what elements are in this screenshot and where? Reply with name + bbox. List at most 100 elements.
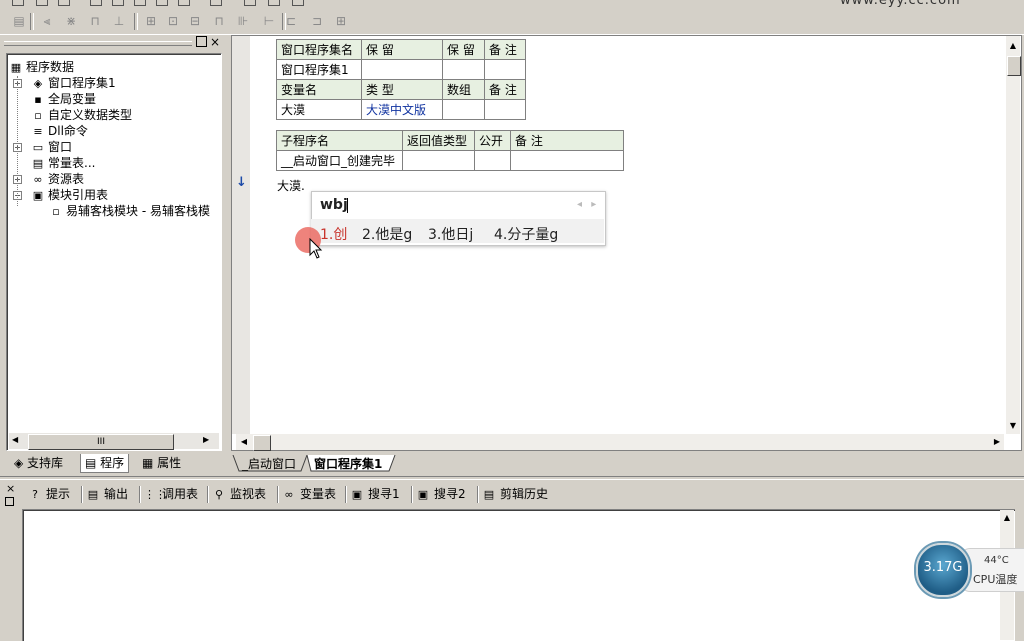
tree-item[interactable]: ▫ 自定义数据类型 [31,107,132,123]
tree-scroll-thumb[interactable]: III [28,434,174,450]
bottom-tab[interactable]: ⚲ 监视表 [212,485,266,503]
copy-icon[interactable] [12,0,24,6]
bottom-tab[interactable]: ▣ 搜寻2 [416,485,466,503]
ime-candidate[interactable]: 3.他日j [428,224,473,244]
same-height-icon[interactable]: ⊓ [210,13,228,29]
table-cell[interactable]: 备 注 [484,39,526,60]
bottom-tab[interactable]: ⋮⋮调用表 [144,485,198,503]
tree-item[interactable]: ▪ 全局变量 [31,91,96,107]
redo-icon[interactable] [90,0,102,6]
table-cell[interactable]: 数组 [442,79,485,100]
table-cell[interactable] [510,150,624,171]
table-cell[interactable]: 备 注 [484,79,526,100]
tree-item[interactable]: ≡ Dll命令 [31,123,88,139]
undo-icon[interactable] [58,0,70,6]
tree-item-label: 程序数据 [26,60,75,74]
output-area[interactable] [22,509,1015,641]
table-cell[interactable]: 返回值类型 [402,130,475,151]
table-cell[interactable]: 窗口程序集1 [276,59,362,80]
table-cell[interactable]: 保 留 [442,39,485,60]
output-scroll-up-arrow[interactable]: ▲ [1000,513,1014,527]
tree-item[interactable]: ▣ 模块引用表 [31,187,108,203]
tree-item[interactable]: ▦ 程序数据 [9,59,74,75]
bottom-tab[interactable]: ∞ 变量表 [282,485,336,503]
build-icon[interactable] [292,0,304,6]
tab-startup-window[interactable]: _启动窗口 [236,456,302,472]
bottom-tab-label: 监视表 [230,487,267,501]
scroll-right-arrow[interactable]: ▶ [203,435,209,444]
table-cell[interactable]: 大漠 [276,99,362,120]
bottom-tab[interactable]: ▤ 输出 [86,485,128,503]
editor-scroll-right-arrow[interactable]: ▶ [990,435,1004,449]
table-cell[interactable] [361,59,443,80]
find-icon[interactable] [156,0,168,6]
run-icon[interactable] [244,0,256,6]
center-h-icon[interactable]: ⊞ [142,13,160,29]
table-cell[interactable]: 保 留 [361,39,443,60]
editor-vertical-scrollbar[interactable] [1006,36,1020,434]
table-cell[interactable]: 备 注 [510,130,624,151]
align-center-icon[interactable]: ⋇ [62,13,80,29]
panel-maximize-button[interactable] [196,36,207,47]
table-cell[interactable]: 大漠中文版 [361,99,443,120]
tree-item[interactable]: ∞ 资源表 [31,171,84,187]
left-tab-program[interactable]: ▤ 程序 [80,454,130,473]
table-cell[interactable]: 公开 [474,130,511,151]
bottom-tab[interactable]: ? 提示 [28,485,70,503]
center-v-icon[interactable]: ⊡ [164,13,182,29]
left-tab-property[interactable]: ▦ 属性 [138,454,186,472]
editor-horizontal-scrollbar[interactable] [236,434,1004,450]
stop-icon[interactable] [268,0,280,6]
tree-item[interactable]: ▫ 易辅客栈模块 - 易辅客栈模 [49,203,210,219]
size-h-icon[interactable]: ⊐ [308,13,326,29]
editor-scroll-thumb[interactable] [1007,56,1021,76]
bottom-tab[interactable]: ▣ 搜寻1 [350,485,400,503]
layout-icon[interactable] [210,0,222,6]
distribute-icon[interactable]: ⊓ [86,13,104,29]
table-cell[interactable]: 变量名 [276,79,362,100]
ime-page-arrows[interactable]: ◂ ▸ [577,199,599,210]
space-h-icon[interactable]: ⊪ [234,13,252,29]
space-v-icon[interactable]: ⊢ [260,13,278,29]
edit-icon[interactable] [36,0,48,6]
scroll-down-arrow[interactable]: ▼ [1006,419,1020,433]
ime-candidate[interactable]: 4.分子量g [494,224,558,244]
window-icon[interactable] [178,0,190,6]
table-cell[interactable]: __启动窗口_创建完毕 [276,150,403,171]
table-cell[interactable]: 类 型 [361,79,443,100]
scroll-left-arrow[interactable]: ◀ [12,435,18,444]
panel-close-button[interactable]: × [210,35,220,49]
ime-candidate[interactable]: 1.创 [320,224,347,244]
editor-hscroll-thumb[interactable] [253,435,271,451]
table-cell[interactable] [484,99,526,120]
tree-item[interactable]: ◈ 窗口程序集1 [31,75,116,91]
left-tab-library[interactable]: ◈ 支持库 [10,454,68,472]
code-line[interactable]: 大漠. [277,177,305,194]
table-cell[interactable] [402,150,475,171]
table-cell[interactable] [474,150,511,171]
tab-window-assembly[interactable]: 窗口程序集1 [308,456,388,472]
tree-item[interactable]: ▤ 常量表... [31,155,96,171]
tab-separator [345,486,347,503]
table-cell[interactable] [442,99,485,120]
size-both-icon[interactable]: ⊞ [332,13,350,29]
align-left-icon[interactable]: ⫷ [38,13,56,29]
align-bottom-icon[interactable]: ⊥ [110,13,128,29]
table-cell[interactable] [442,59,485,80]
scroll-up-arrow[interactable]: ▲ [1006,39,1020,53]
table-cell[interactable]: 子程序名 [276,130,403,151]
tree-item[interactable]: ▭ 窗口 [31,139,72,155]
bottom-panel-maximize-button[interactable] [5,497,14,506]
cut-icon[interactable] [112,0,124,6]
bottom-panel-close-button[interactable]: × [6,482,15,495]
paste-icon[interactable] [134,0,146,6]
bottom-tab[interactable]: ▤ 剪辑历史 [482,485,548,503]
same-width-icon[interactable]: ⊟ [186,13,204,29]
table-cell[interactable] [484,59,526,80]
cpu-temperature: 44°C [984,555,1009,566]
form-icon[interactable]: ▤ [10,13,28,29]
ime-candidate[interactable]: 2.他是g [362,224,412,244]
editor-scroll-left-arrow[interactable]: ◀ [237,435,251,449]
panel-grip[interactable] [4,41,192,46]
table-cell[interactable]: 窗口程序集名 [276,39,362,60]
